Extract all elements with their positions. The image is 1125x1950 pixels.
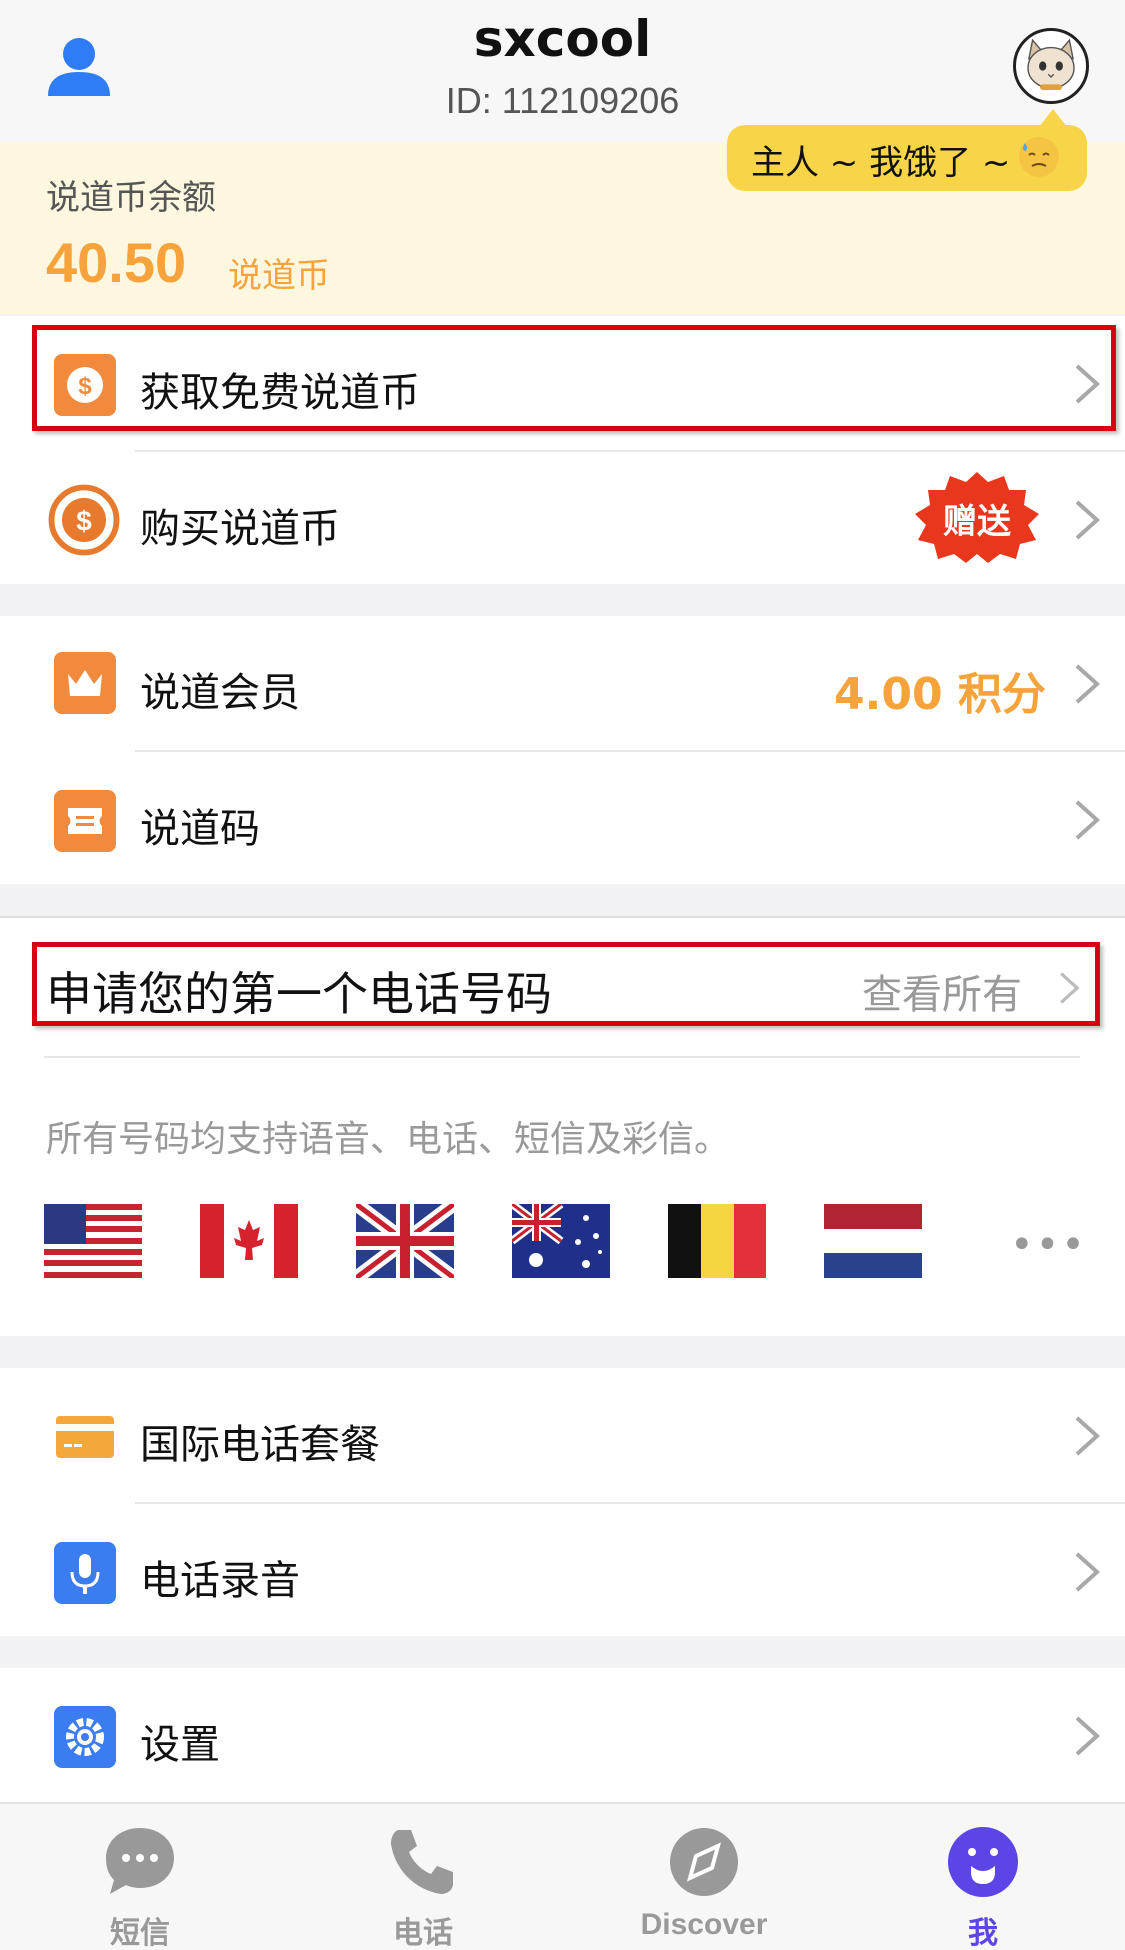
compass-icon: [670, 1828, 738, 1896]
membership-label: 说道会员: [140, 670, 300, 716]
chevron-right-icon: [1075, 664, 1100, 704]
services-section: 国际电话套餐 电话录音: [0, 1368, 1125, 1636]
buy-coins-label: 购买说道币: [140, 506, 340, 552]
tab-label: 电话: [393, 1917, 453, 1950]
gift-badge-text: 赠送: [943, 502, 1011, 542]
belgium-flag[interactable]: [668, 1204, 766, 1278]
membership-section: 说道会员 说道码: [0, 616, 1125, 884]
smiley-icon: [948, 1827, 1018, 1897]
username: sxcool: [473, 10, 652, 68]
netherlands-flag[interactable]: [824, 1204, 922, 1278]
phone-icon: [391, 1830, 453, 1894]
uk-flag[interactable]: [356, 1204, 454, 1278]
tab-label: Discover: [640, 1908, 768, 1941]
chat-bubble-icon: [106, 1828, 174, 1894]
tab-calls[interactable]: 电话: [333, 1804, 513, 1950]
user-id: ID: 112109206: [445, 80, 680, 121]
tab-label: 我: [968, 1917, 998, 1950]
balance-value: 40.50: [46, 231, 187, 294]
tab-bar: 短信 电话 Discover 我: [0, 1802, 1125, 1950]
highlight-get-free-coins: [32, 325, 1116, 431]
chevron-right-icon: [1075, 1416, 1100, 1456]
ticket-icon: [54, 790, 116, 852]
crown-icon: [54, 652, 116, 714]
more-flags-button[interactable]: •••: [1010, 1222, 1087, 1268]
balance-label: 说道币余额: [46, 178, 216, 218]
chevron-right-icon: [1075, 1716, 1100, 1756]
australia-flag[interactable]: [512, 1204, 610, 1278]
cat-avatar[interactable]: [1013, 28, 1089, 104]
highlight-phone-number: [32, 942, 1100, 1026]
divider: [44, 1056, 1080, 1058]
chevron-right-icon: [1075, 500, 1100, 540]
membership-points: 4.00 积分: [834, 669, 1046, 720]
bubble-text: 主人 ~ 我饿了 ~: [751, 143, 1011, 183]
intl-plan-row[interactable]: 国际电话套餐: [0, 1368, 1125, 1502]
settings-section: 设置: [0, 1668, 1125, 1802]
svg-text:$: $: [76, 505, 92, 536]
settings-row[interactable]: 设置: [0, 1668, 1125, 1802]
microphone-icon: [54, 1542, 116, 1604]
phone-description: 所有号码均支持语音、电话、短信及彩信。: [46, 1119, 731, 1160]
code-label: 说道码: [140, 806, 260, 852]
hungry-bubble[interactable]: 主人 ~ 我饿了 ~: [727, 109, 1087, 191]
gear-icon: [54, 1706, 116, 1768]
tab-messages[interactable]: 短信: [50, 1804, 230, 1950]
chevron-right-icon: [1075, 800, 1100, 840]
cat-face-icon: [1027, 38, 1075, 90]
gift-badge: 赠送: [912, 470, 1042, 564]
coin-circle-icon: $: [48, 484, 120, 556]
intl-plan-label: 国际电话套餐: [140, 1422, 380, 1468]
call-recording-row[interactable]: 电话录音: [0, 1504, 1125, 1638]
tab-label: 短信: [110, 1917, 170, 1950]
sweat-face-icon: [1019, 137, 1059, 177]
tab-discover[interactable]: Discover: [614, 1804, 794, 1950]
settings-label: 设置: [140, 1722, 220, 1768]
call-recording-label: 电话录音: [140, 1558, 300, 1604]
profile-header: sxcool ID: 112109206: [0, 0, 1125, 142]
canada-flag[interactable]: [200, 1204, 298, 1278]
balance-unit: 说道币: [228, 256, 330, 296]
chevron-right-icon: [1075, 1552, 1100, 1592]
code-row[interactable]: 说道码: [0, 752, 1125, 886]
card-icon: [54, 1406, 116, 1468]
us-flag[interactable]: [44, 1204, 142, 1278]
tab-me[interactable]: 我: [893, 1804, 1073, 1950]
